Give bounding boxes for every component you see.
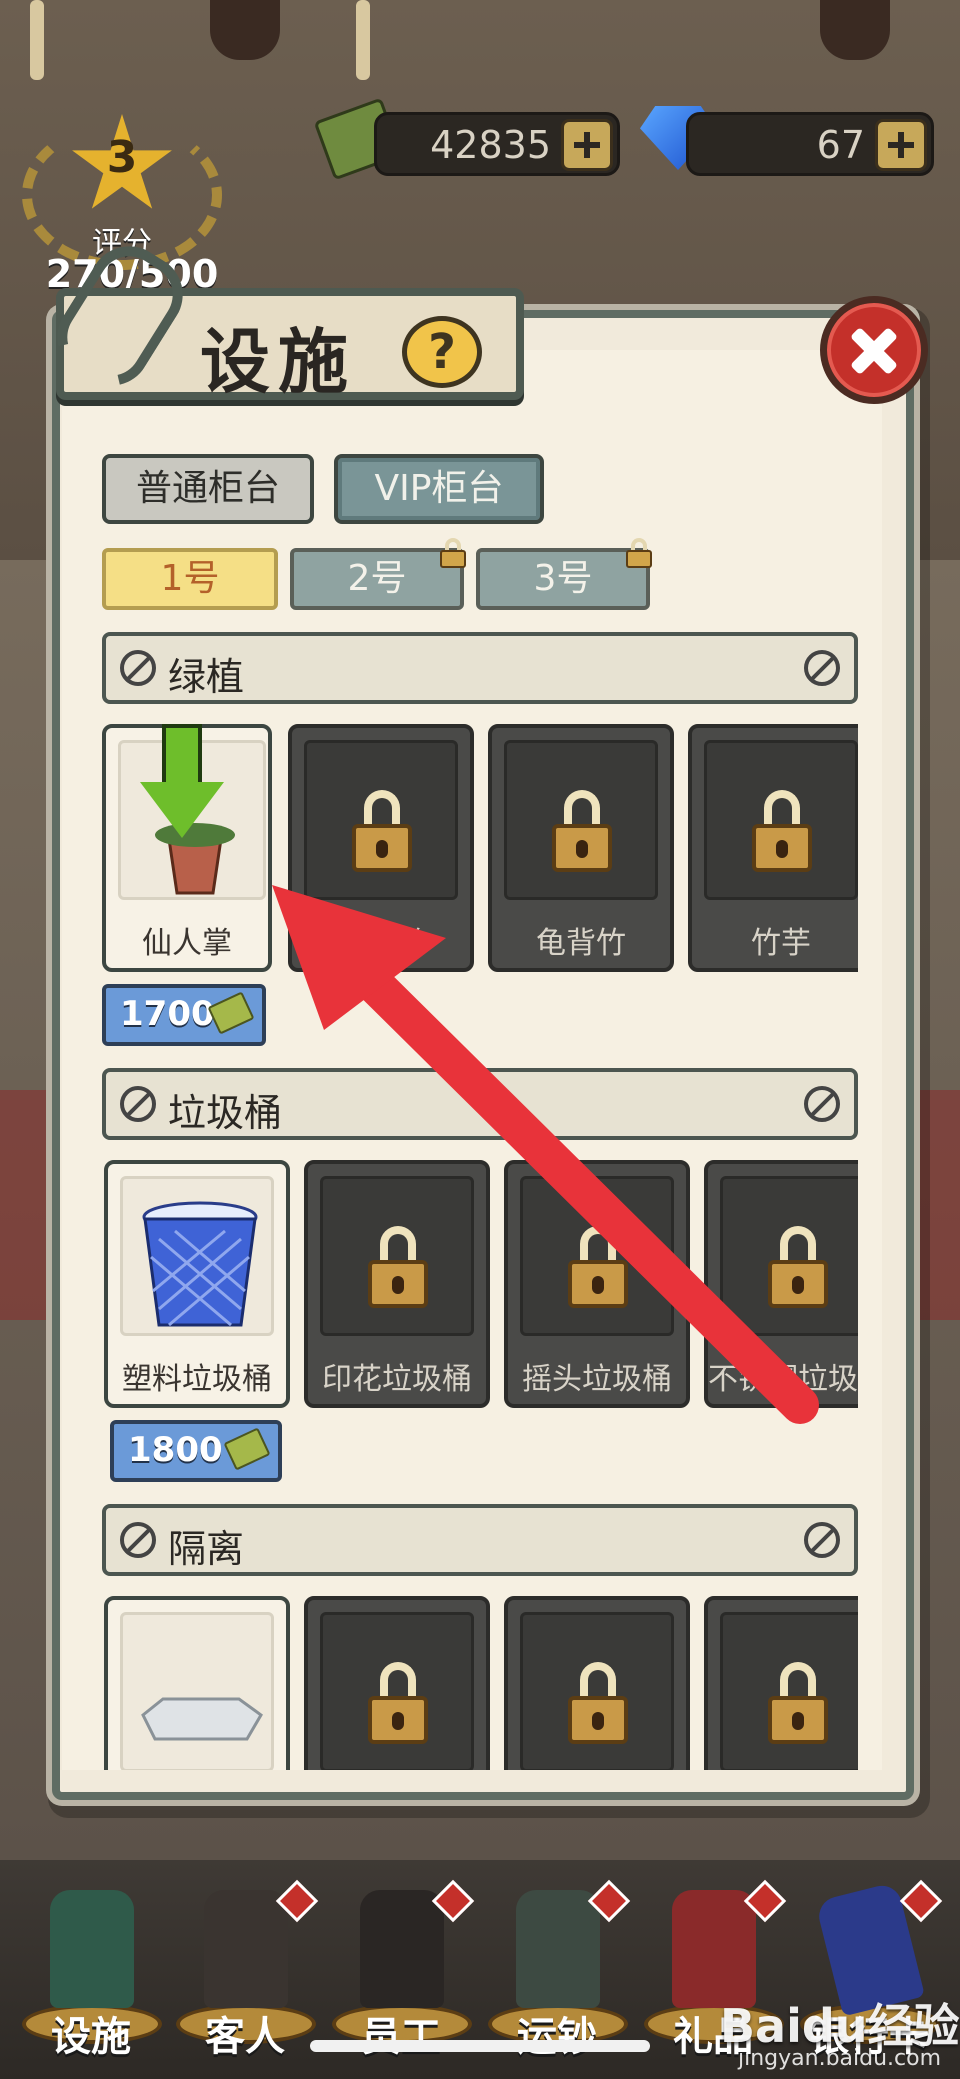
tab-counter-3[interactable]: 3号 xyxy=(476,548,650,610)
stool xyxy=(820,0,890,60)
section-header-plants: 绿植 xyxy=(102,632,858,704)
item-card-barrier-4[interactable] xyxy=(704,1596,858,1770)
nav-label: 客人 xyxy=(205,2014,285,2060)
watermark-url: jingyan.baidu.com xyxy=(738,2046,942,2071)
nav-label: 设施 xyxy=(51,2014,131,2060)
prohibited-icon[interactable] xyxy=(804,1522,840,1558)
price-value: 1800 xyxy=(128,1430,223,1470)
tab-normal-counter[interactable]: 普通柜台 xyxy=(102,454,314,524)
item-name: 龟背竹 xyxy=(536,926,626,961)
item-name: 塑料垃圾桶 xyxy=(122,1362,272,1397)
stool xyxy=(210,0,280,60)
home-indicator[interactable] xyxy=(310,2040,650,2052)
notification-badge xyxy=(899,1879,943,1923)
item-card-printed-trash-can[interactable]: 印花垃圾桶 xyxy=(304,1160,490,1408)
lock-icon xyxy=(568,1662,628,1746)
close-button[interactable] xyxy=(820,296,928,404)
price-tag-trash-cans[interactable]: 1800 xyxy=(110,1420,282,1482)
item-name: 仙人掌 xyxy=(142,926,232,961)
prohibited-icon[interactable] xyxy=(804,1086,840,1122)
item-card-steel-trash-can[interactable]: 不锈钢垃圾桶 xyxy=(704,1160,858,1408)
lock-icon xyxy=(752,790,812,874)
item-name: 印花垃圾桶 xyxy=(322,1362,472,1397)
nav-label: 员工 xyxy=(361,2014,441,2060)
lock-icon xyxy=(440,538,466,568)
item-name: 竹芋 xyxy=(751,926,811,961)
prohibited-icon xyxy=(120,1086,156,1122)
gem-amount: 67 xyxy=(816,123,865,167)
rope-post xyxy=(356,0,370,80)
item-name: 虎尾兰 xyxy=(336,926,426,961)
staff-icon xyxy=(360,1890,444,2008)
item-row-barriers xyxy=(102,1596,858,1770)
lock-icon xyxy=(568,1226,628,1310)
section-label: 隔离 xyxy=(168,1527,245,1571)
customer-icon xyxy=(204,1890,288,2008)
prohibited-icon xyxy=(120,1522,156,1558)
section-label: 绿植 xyxy=(168,655,245,699)
cash-counter: 42835 xyxy=(374,112,620,176)
glass-barrier-icon xyxy=(120,1612,274,1770)
help-button[interactable]: ? xyxy=(402,316,482,388)
add-gems-button[interactable] xyxy=(875,119,927,171)
section-header-barriers: 隔离 xyxy=(102,1504,858,1576)
lock-icon xyxy=(626,538,652,568)
item-row-trash-cans: 塑料垃圾桶 印花垃圾桶 摇头垃圾桶 不锈钢垃圾桶 xyxy=(102,1160,858,1412)
item-card-calathea[interactable]: 竹芋 xyxy=(688,724,858,972)
rope-post xyxy=(30,0,44,80)
section-header-trash-cans: 垃圾桶 xyxy=(102,1068,858,1140)
nav-facilities[interactable]: 设施 xyxy=(16,1880,166,2060)
nav-label: 运钞 xyxy=(517,2014,597,2060)
tab-counter-1[interactable]: 1号 xyxy=(102,548,278,610)
atm-icon xyxy=(50,1890,134,2008)
tab-counter-2[interactable]: 2号 xyxy=(290,548,464,610)
lock-icon xyxy=(368,1662,428,1746)
price-tag-plants[interactable]: 1700 xyxy=(102,984,266,1046)
section-label: 垃圾桶 xyxy=(168,1091,283,1135)
lock-icon xyxy=(352,790,412,874)
item-name: 摇头垃圾桶 xyxy=(522,1362,672,1397)
lock-icon xyxy=(552,790,612,874)
price-value: 1700 xyxy=(120,994,215,1034)
lock-icon xyxy=(768,1226,828,1310)
prohibited-icon[interactable] xyxy=(804,650,840,686)
blue-trash-can-icon xyxy=(120,1176,274,1336)
item-card-plastic-trash-can[interactable]: 塑料垃圾桶 xyxy=(104,1160,290,1408)
rating-level: 3 xyxy=(106,132,138,183)
armored-truck-icon xyxy=(516,1890,600,2008)
lock-icon xyxy=(368,1226,428,1310)
item-card-swing-lid-trash-can[interactable]: 摇头垃圾桶 xyxy=(504,1160,690,1408)
item-name: 不锈钢垃圾桶 xyxy=(708,1362,858,1397)
gem-counter: 67 xyxy=(686,112,934,176)
tab-vip-counter[interactable]: VIP柜台 xyxy=(334,454,544,524)
nav-customers[interactable]: 客人 xyxy=(170,1879,320,2060)
item-card-snake-plant[interactable]: 虎尾兰 xyxy=(288,724,474,972)
item-card-barrier-1[interactable] xyxy=(104,1596,290,1770)
lock-icon xyxy=(768,1662,828,1746)
item-card-monstera[interactable]: 龟背竹 xyxy=(488,724,674,972)
dialog-title: 设施 xyxy=(200,321,356,403)
item-card-barrier-3[interactable] xyxy=(504,1596,690,1770)
item-card-barrier-2[interactable] xyxy=(304,1596,490,1770)
cash-icon xyxy=(223,1427,271,1471)
nav-staff[interactable]: 员工 xyxy=(326,1879,476,2060)
add-cash-button[interactable] xyxy=(561,119,613,171)
nav-cash-transport[interactable]: 运钞 xyxy=(482,1879,632,2060)
prohibited-icon xyxy=(120,650,156,686)
cash-amount: 42835 xyxy=(430,123,551,167)
equipped-arrow-icon xyxy=(140,724,224,838)
